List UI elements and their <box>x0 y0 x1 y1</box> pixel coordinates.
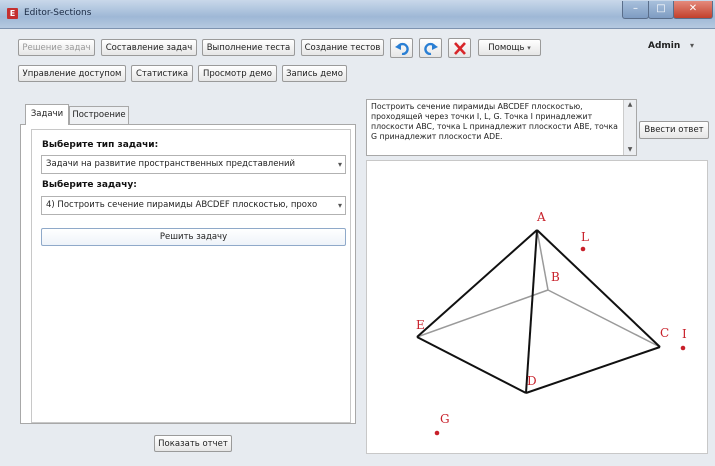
chevron-down-icon: ▾ <box>527 44 531 52</box>
access-control-button[interactable]: Управление доступом <box>18 65 126 82</box>
delete-icon <box>454 42 466 55</box>
chevron-down-icon: ▾ <box>337 160 342 169</box>
edge-ed <box>416 336 527 394</box>
point-label-l: L <box>581 230 589 244</box>
scroll-down-icon[interactable]: ▼ <box>624 145 636 155</box>
problem-text: Построить сечение пирамиды ABCDEF плоско… <box>366 99 637 156</box>
point-i <box>680 345 686 351</box>
drawing-canvas[interactable]: A B C D E L I G <box>366 160 708 454</box>
run-test-button[interactable]: Выполнение теста <box>202 39 295 56</box>
task-type-value: Задачи на развитие пространственных пред… <box>46 159 296 169</box>
hidden-edge-be <box>416 289 549 338</box>
hidden-edge-bc <box>547 289 661 348</box>
point-g <box>434 430 440 436</box>
edge-ad <box>525 229 538 394</box>
edge-ae <box>416 229 538 338</box>
point-label-i: I <box>682 327 687 341</box>
record-demo-button[interactable]: Запись демо <box>282 65 347 82</box>
redo-icon <box>424 42 438 55</box>
chevron-down-icon: ▾ <box>334 197 342 214</box>
task-select[interactable]: 4) Построить сечение пирамиды ABCDEF пло… <box>41 196 346 215</box>
solve-task-button[interactable]: Решить задачу <box>41 228 346 246</box>
vertex-label-c: C <box>660 326 669 340</box>
task-type-label: Выберите тип задачи: <box>42 140 159 150</box>
help-dropdown[interactable]: Помощь ▾ <box>478 39 541 56</box>
title-bar: E Editor-Sections – □ ✕ <box>0 0 715 29</box>
maximize-button[interactable]: □ <box>648 1 674 19</box>
problem-scrollbar[interactable]: ▲ ▼ <box>623 100 636 155</box>
tab-construction[interactable]: Построение <box>69 106 129 124</box>
create-tests-button[interactable]: Создание тестов <box>301 39 384 56</box>
scroll-up-icon[interactable]: ▲ <box>624 100 636 110</box>
point-label-g: G <box>440 412 450 426</box>
vertex-label-d: D <box>527 374 537 388</box>
show-report-button[interactable]: Показать отчет <box>154 435 232 452</box>
compose-tasks-button[interactable]: Составление задач <box>101 39 197 56</box>
edge-dc <box>525 346 661 394</box>
help-label: Помощь <box>488 43 525 53</box>
vertex-label-a: A <box>536 210 546 224</box>
minimize-button[interactable]: – <box>622 1 649 19</box>
task-label: Выберите задачу: <box>42 180 137 190</box>
app-icon: E <box>7 8 18 19</box>
user-menu[interactable]: Admin <box>648 41 680 51</box>
task-type-select[interactable]: Задачи на развитие пространственных пред… <box>41 155 346 174</box>
pyramid-figure: A B C D E L I G <box>416 210 687 436</box>
solve-tasks-button[interactable]: Решение задач <box>18 39 95 56</box>
view-demo-button[interactable]: Просмотр демо <box>198 65 277 82</box>
chevron-down-icon[interactable]: ▾ <box>690 41 694 50</box>
edge-ac <box>536 229 661 348</box>
window-title: Editor-Sections <box>24 8 92 18</box>
vertex-label-b: B <box>551 270 560 284</box>
statistics-button[interactable]: Статистика <box>131 65 193 82</box>
undo-button[interactable] <box>390 38 413 58</box>
point-l <box>580 246 586 252</box>
vertex-label-e: E <box>416 318 425 332</box>
enter-answer-button[interactable]: Ввести ответ <box>639 121 709 139</box>
delete-button[interactable] <box>448 38 471 58</box>
tab-tasks[interactable]: Задачи <box>25 104 69 125</box>
undo-icon <box>395 42 409 55</box>
task-value: 4) Построить сечение пирамиды ABCDEF пло… <box>46 200 318 210</box>
redo-button[interactable] <box>419 38 442 58</box>
close-window-button[interactable]: ✕ <box>673 1 713 19</box>
